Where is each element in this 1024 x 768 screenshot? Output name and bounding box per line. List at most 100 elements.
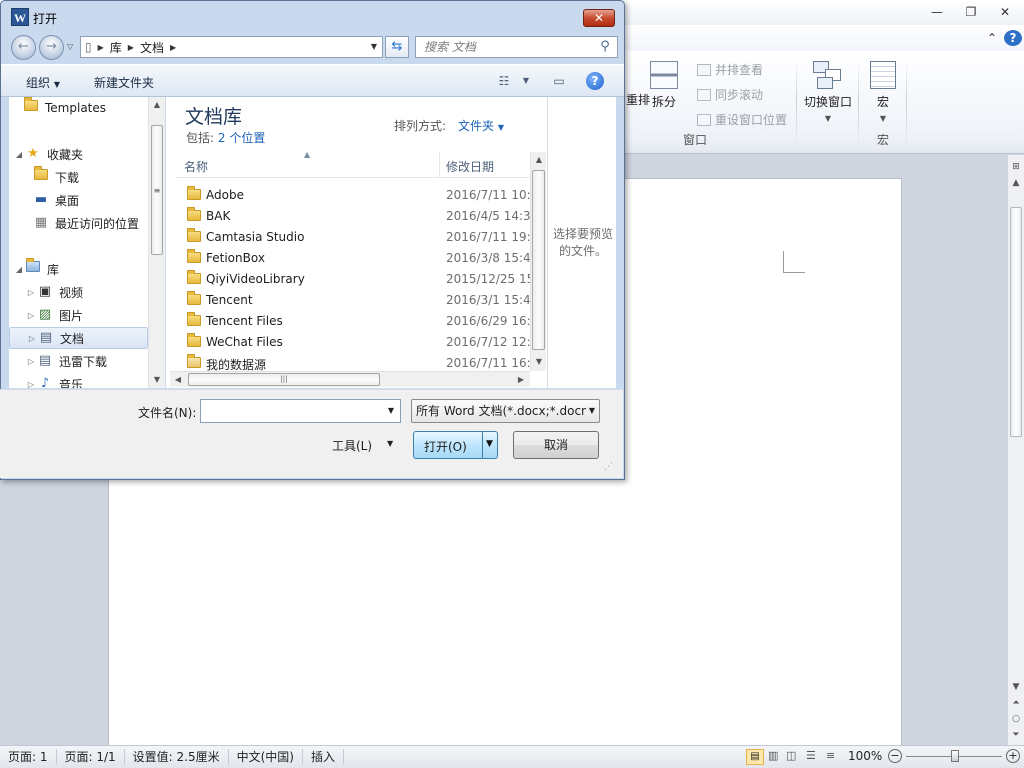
dialog-titlebar[interactable]: W 打开 ✕	[1, 1, 624, 35]
zoom-in-icon[interactable]: +	[1006, 749, 1020, 763]
status-mode[interactable]: 插入	[303, 749, 345, 765]
next-page-icon[interactable]: ⏷	[1008, 727, 1024, 743]
file-row[interactable]: FetionBox 2016/3/8 15:43	[176, 248, 530, 269]
forward-button[interactable]: →	[39, 35, 64, 60]
new-folder-button[interactable]: 新建文件夹	[94, 74, 154, 91]
scroll-down-arrow[interactable]: ▼	[149, 372, 165, 388]
collapse-arrow-icon[interactable]: ◢	[13, 150, 25, 159]
restore-button[interactable]: ❐	[960, 3, 982, 21]
nav-item-favorites[interactable]: ◢ ★ 收藏夹	[13, 143, 153, 165]
refresh-button[interactable]: ⇆	[385, 36, 409, 58]
nav-item-videos[interactable]: ▷ ▣ 视频	[25, 281, 164, 303]
back-button[interactable]: ←	[11, 35, 36, 60]
open-button[interactable]: 打开(O) ▼	[413, 431, 498, 459]
address-dropdown-icon[interactable]: ▼	[366, 37, 382, 57]
minimize-button[interactable]: —	[926, 3, 948, 21]
nav-item-music[interactable]: ▷ ♪ 音乐	[25, 373, 164, 388]
breadcrumb-arrow-icon[interactable]: ▶	[126, 43, 136, 52]
file-row[interactable]: Adobe 2016/7/11 10:2	[176, 185, 530, 206]
filename-combobox[interactable]: ▼	[200, 399, 401, 423]
side-by-side-button[interactable]: 并排查看	[697, 61, 763, 78]
search-icon[interactable]: ⚲	[597, 39, 613, 55]
nav-item-documents[interactable]: ▷ ▤ 文档	[9, 327, 148, 349]
nav-item-templates[interactable]: Templates	[23, 97, 163, 119]
resize-grip-icon[interactable]: ⋰	[604, 461, 616, 473]
ruler-toggle-icon[interactable]: ⊞	[1008, 159, 1024, 175]
nav-item-desktop[interactable]: ▬ 桌面	[33, 189, 164, 211]
status-page[interactable]: 页面: 1	[0, 749, 57, 765]
nav-item-thunder[interactable]: ▷ ▤ 迅雷下载	[25, 350, 164, 372]
expand-arrow-icon[interactable]: ▷	[25, 357, 37, 366]
close-window-button[interactable]: ✕	[994, 3, 1016, 21]
minimize-ribbon-icon[interactable]: ⌃	[983, 29, 1001, 47]
scroll-right-arrow[interactable]: ▶	[513, 372, 529, 388]
outline-icon[interactable]: ☰	[806, 749, 816, 762]
search-input[interactable]	[416, 37, 591, 57]
expand-arrow-icon[interactable]: ▷	[26, 334, 38, 343]
file-type-select[interactable]: 所有 Word 文档(*.docx;*.docm ▼	[411, 399, 600, 423]
nav-item-pictures[interactable]: ▷ ▨ 图片	[25, 304, 164, 326]
column-divider[interactable]	[439, 152, 440, 178]
full-screen-reading-icon[interactable]: ▥	[768, 749, 778, 762]
status-pages[interactable]: 页面: 1/1	[57, 749, 125, 765]
scroll-up-arrow[interactable]: ▲	[1008, 175, 1024, 191]
nav-item-downloads[interactable]: 下载	[33, 166, 164, 188]
split-button[interactable]: 拆分	[646, 61, 682, 110]
breadcrumb-arrow-icon[interactable]: ▶	[168, 43, 178, 52]
file-row[interactable]: WeChat Files 2016/7/12 12:0	[176, 332, 530, 353]
file-row[interactable]: Tencent 2016/3/1 15:44	[176, 290, 530, 311]
zoom-out-icon[interactable]: −	[888, 749, 902, 763]
cancel-button[interactable]: 取消	[513, 431, 599, 459]
scroll-left-arrow[interactable]: ◀	[170, 372, 186, 388]
breadcrumb-documents[interactable]: 文档	[136, 39, 168, 56]
arrange-by-dropdown[interactable]: 文件夹 ▼	[458, 117, 504, 134]
breadcrumb-libraries[interactable]: 库	[106, 39, 126, 56]
scroll-thumb[interactable]	[532, 170, 545, 350]
macros-button[interactable]: 宏 ▼	[864, 61, 902, 123]
chevron-down-icon[interactable]: ▼	[384, 400, 398, 422]
help-icon[interactable]: ?	[1004, 30, 1022, 46]
file-row[interactable]: Tencent Files 2016/6/29 16:3	[176, 311, 530, 332]
preview-pane-icon[interactable]: ▭	[549, 72, 569, 90]
help-icon[interactable]: ?	[586, 72, 604, 90]
address-bar[interactable]: ▯ ▶ 库 ▶ 文档 ▶ ▼	[80, 36, 383, 58]
recent-pages-dropdown[interactable]: ▽	[67, 39, 77, 55]
filename-input[interactable]	[201, 400, 381, 422]
status-setting[interactable]: 设置值: 2.5厘米	[125, 749, 229, 765]
draft-icon[interactable]: ≡	[826, 749, 835, 762]
zoom-slider-thumb[interactable]	[951, 750, 959, 762]
dialog-close-button[interactable]: ✕	[583, 9, 615, 27]
nav-item-libraries[interactable]: ◢ 库	[13, 258, 153, 280]
breadcrumb-arrow-icon[interactable]: ▶	[96, 43, 106, 52]
search-box[interactable]: ⚲	[415, 36, 618, 58]
scroll-thumb[interactable]: |||	[188, 373, 380, 386]
content-horizontal-scrollbar[interactable]: ◀ ||| ▶	[170, 371, 530, 387]
collapse-arrow-icon[interactable]: ◢	[13, 265, 25, 274]
sync-scroll-button[interactable]: 同步滚动	[697, 86, 763, 103]
status-language[interactable]: 中文(中国)	[229, 749, 303, 765]
scroll-down-arrow[interactable]: ▼	[1008, 679, 1024, 695]
view-options-icon[interactable]: ☷	[494, 72, 514, 90]
web-layout-icon[interactable]: ◫	[786, 749, 796, 762]
file-row[interactable]: QiyiVideoLibrary 2015/12/25 15	[176, 269, 530, 290]
includes-link[interactable]: 2 个位置	[218, 131, 265, 145]
scroll-thumb[interactable]: ≡	[151, 125, 163, 255]
tools-button[interactable]: 工具(L)	[332, 437, 372, 454]
switch-window-button[interactable]: 切换窗口 ▼	[800, 61, 856, 123]
chevron-down-icon[interactable]: ▼	[516, 72, 536, 90]
expand-arrow-icon[interactable]: ▷	[25, 311, 37, 320]
scroll-thumb[interactable]	[1010, 207, 1022, 437]
print-layout-icon[interactable]: ▤	[746, 749, 764, 765]
zoom-level[interactable]: 100%	[848, 749, 882, 763]
scroll-up-arrow[interactable]: ▲	[531, 152, 547, 168]
column-name[interactable]: 名称	[184, 158, 208, 175]
file-row[interactable]: 我的数据源 2016/7/11 16:3	[176, 353, 530, 371]
file-row[interactable]: BAK 2016/4/5 14:34	[176, 206, 530, 227]
scroll-down-arrow[interactable]: ▼	[531, 354, 547, 370]
nav-item-recent[interactable]: ▦ 最近访问的位置	[33, 212, 164, 234]
chevron-down-icon[interactable]: ▼	[387, 439, 393, 448]
select-browse-object-icon[interactable]: ○	[1008, 711, 1024, 727]
organize-button[interactable]: 组织 ▼	[26, 74, 60, 91]
document-vertical-scrollbar[interactable]: ⊞ ▲ ▼ ⏶ ○ ⏷	[1007, 155, 1024, 745]
file-row[interactable]: Camtasia Studio 2016/7/11 19:3	[176, 227, 530, 248]
